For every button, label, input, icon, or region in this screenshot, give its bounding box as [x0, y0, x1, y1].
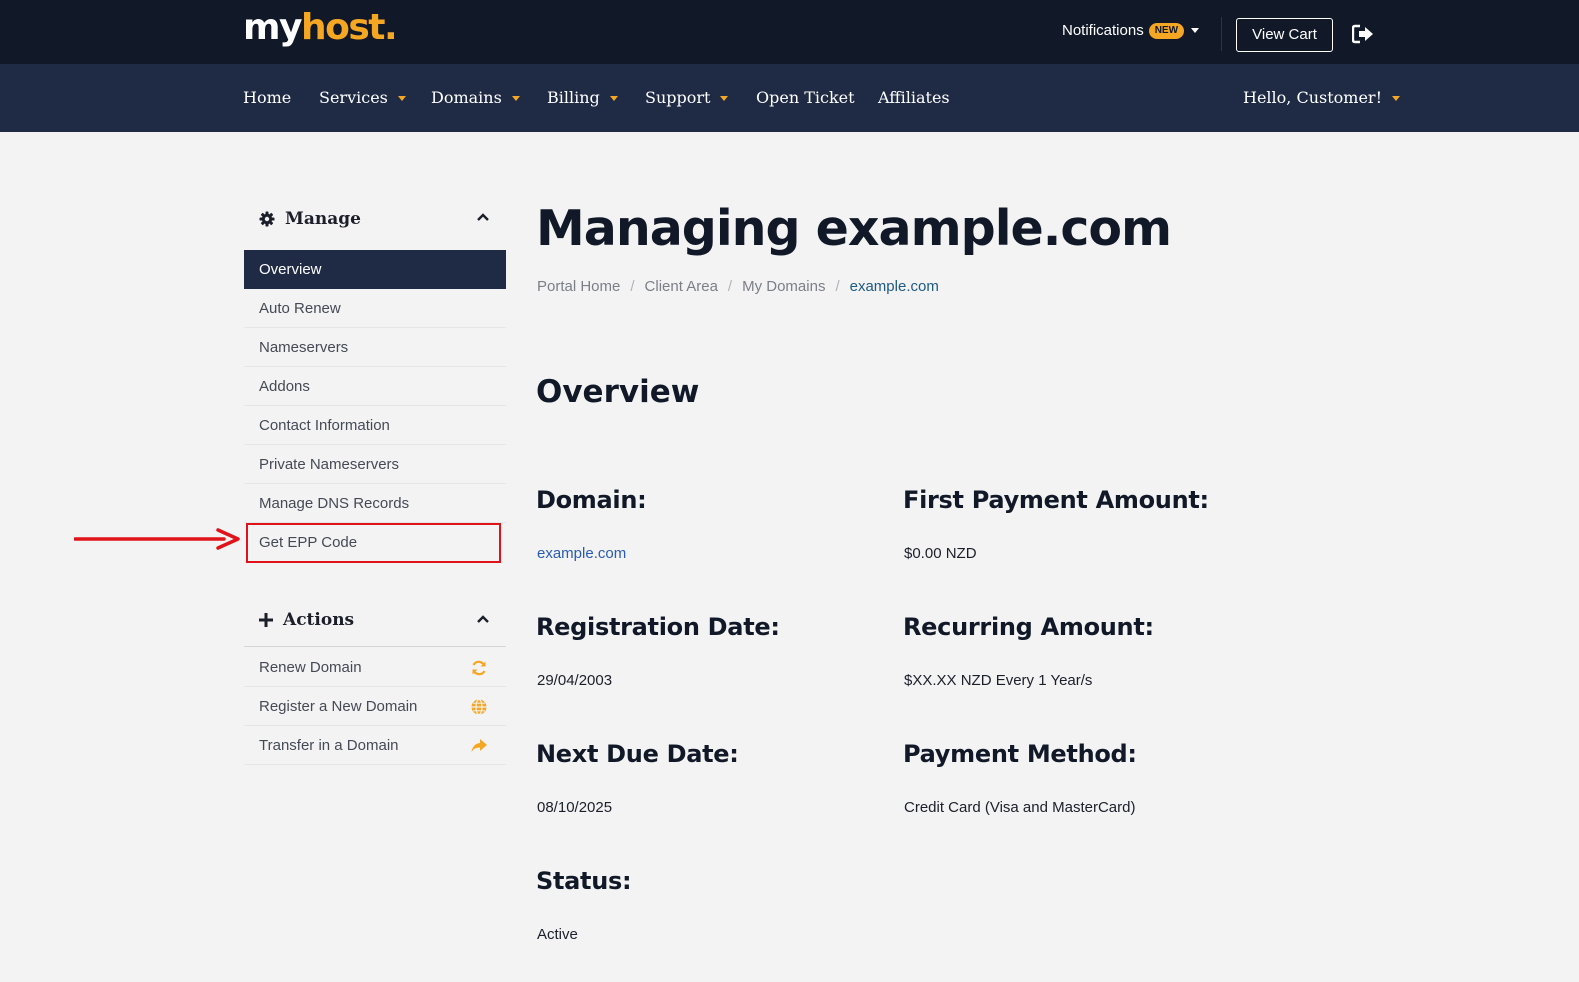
notifications-dropdown[interactable]: Notifications NEW — [1062, 22, 1200, 39]
breadcrumb-client-area[interactable]: Client Area — [645, 278, 718, 295]
nav-billing[interactable]: Billing — [547, 88, 618, 108]
registration-date-value: 29/04/2003 — [537, 672, 613, 689]
domain-value-link[interactable]: example.com — [537, 545, 626, 562]
breadcrumb-separator: / — [630, 278, 635, 295]
refresh-icon — [472, 660, 486, 676]
status-value: Active — [537, 926, 578, 943]
chevron-down-icon — [720, 95, 729, 101]
recurring-amount-value: $XX.XX NZD Every 1 Year/s — [904, 672, 1093, 689]
view-cart-button[interactable]: View Cart — [1236, 18, 1333, 52]
sidebar-item-auto-renew[interactable]: Auto Renew — [244, 289, 506, 328]
chevron-up-icon[interactable] — [476, 212, 490, 222]
status-label: Status: — [536, 867, 632, 895]
nav-support[interactable]: Support — [645, 88, 729, 108]
breadcrumb-separator: / — [835, 278, 840, 295]
actions-panel-title: Actions — [283, 610, 355, 630]
sidebar-item-renew-domain[interactable]: Renew Domain — [244, 648, 506, 687]
globe-icon — [471, 698, 487, 716]
first-payment-label: First Payment Amount: — [903, 486, 1209, 514]
breadcrumb-current: example.com — [849, 278, 939, 295]
sidebar-item-overview[interactable]: Overview — [244, 250, 506, 289]
sidebar-item-contact-information[interactable]: Contact Information — [244, 406, 506, 445]
page-title: Managing example.com — [536, 200, 1172, 257]
sidebar-item-nameservers[interactable]: Nameservers — [244, 328, 506, 367]
gear-icon — [259, 211, 275, 227]
actions-panel-header[interactable]: Actions — [244, 594, 506, 647]
chevron-down-icon — [511, 95, 520, 101]
breadcrumb-portal-home[interactable]: Portal Home — [537, 278, 620, 295]
payment-method-value: Credit Card (Visa and MasterCard) — [904, 799, 1136, 816]
chevron-down-icon — [397, 95, 406, 101]
breadcrumb: Portal Home / Client Area / My Domains /… — [537, 278, 939, 295]
epp-highlight-box — [246, 523, 501, 563]
sign-out-icon[interactable] — [1352, 24, 1374, 44]
myhost-logo[interactable]: myhost. — [243, 6, 398, 50]
nav-home[interactable]: Home — [243, 88, 291, 108]
sidebar-item-private-nameservers[interactable]: Private Nameservers — [244, 445, 506, 484]
plus-icon — [259, 613, 273, 627]
breadcrumb-separator: / — [727, 278, 733, 295]
divider — [1221, 17, 1222, 51]
chevron-up-icon[interactable] — [476, 614, 490, 624]
next-due-date-label: Next Due Date: — [536, 740, 739, 768]
main-navigation: Home Services Domains Billing Support Op… — [0, 64, 1579, 132]
notifications-label: Notifications — [1062, 22, 1144, 39]
new-badge: NEW — [1148, 22, 1185, 39]
nav-services[interactable]: Services — [319, 88, 406, 108]
red-arrow-annotation — [74, 528, 240, 550]
recurring-amount-label: Recurring Amount: — [903, 613, 1154, 641]
top-bar: myhost. Notifications NEW View Cart — [0, 0, 1579, 64]
first-payment-value: $0.00 NZD — [904, 545, 977, 562]
sidebar-item-addons[interactable]: Addons — [244, 367, 506, 406]
next-due-date-value: 08/10/2025 — [537, 799, 613, 816]
payment-method-label: Payment Method: — [903, 740, 1137, 768]
chevron-down-icon — [609, 95, 618, 101]
user-menu[interactable]: Hello, Customer! — [1243, 88, 1400, 108]
sidebar-item-transfer-domain[interactable]: Transfer in a Domain — [244, 726, 506, 765]
breadcrumb-my-domains[interactable]: My Domains — [742, 278, 825, 295]
chevron-down-icon — [1392, 95, 1400, 101]
nav-open-ticket[interactable]: Open Ticket — [756, 88, 855, 108]
nav-affiliates[interactable]: Affiliates — [878, 88, 950, 108]
registration-date-label: Registration Date: — [536, 613, 780, 641]
domain-label: Domain: — [536, 486, 647, 514]
manage-panel-title: Manage — [285, 209, 361, 229]
nav-domains[interactable]: Domains — [431, 88, 520, 108]
overview-heading: Overview — [536, 374, 700, 410]
sidebar-item-register-new-domain[interactable]: Register a New Domain — [244, 687, 506, 726]
chevron-down-icon — [1191, 28, 1200, 33]
share-arrow-icon — [471, 739, 487, 753]
sidebar-item-manage-dns-records[interactable]: Manage DNS Records — [244, 484, 506, 523]
manage-panel-header[interactable]: Manage — [244, 197, 506, 241]
